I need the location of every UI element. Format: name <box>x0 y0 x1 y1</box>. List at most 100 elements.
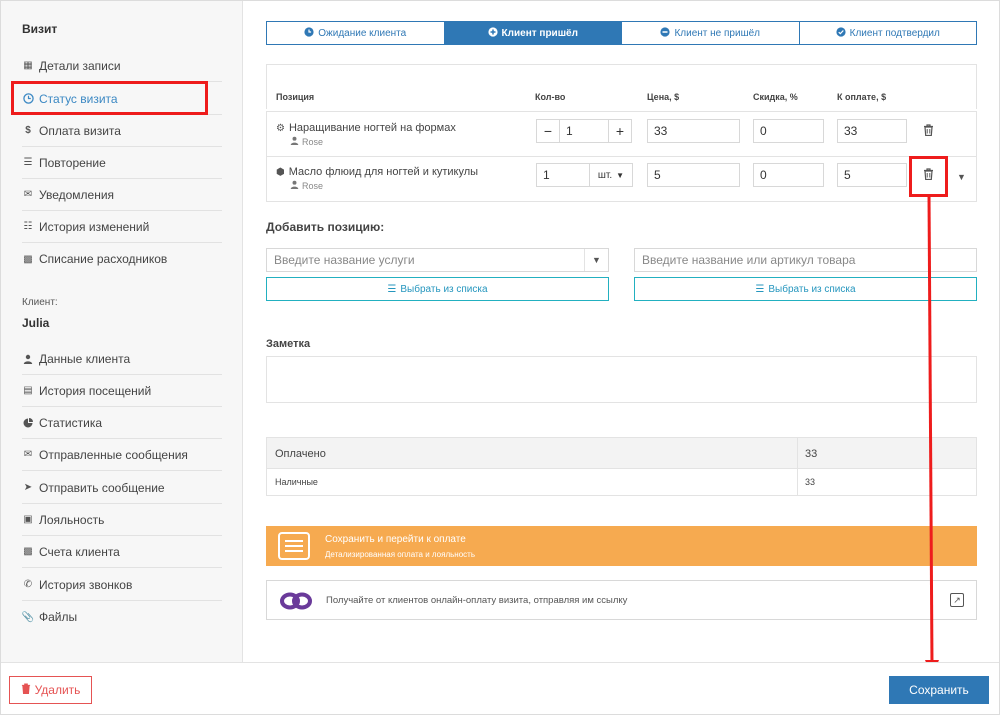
sidebar-item-label: История изменений <box>39 219 150 234</box>
tab-client-no-show[interactable]: Клиент не пришёл <box>622 22 800 44</box>
add-position-title: Добавить позицию: <box>266 220 385 234</box>
discount-input[interactable]: 0 <box>753 119 824 143</box>
cubes-icon: ▩ <box>23 253 33 265</box>
tab-client-confirmed[interactable]: Клиент подтвердил <box>799 22 976 44</box>
sidebar-item-visit-history[interactable]: ▤ История посещений <box>22 375 222 407</box>
item-staff-text: Rose <box>302 136 324 147</box>
unit-select[interactable]: шт. ▼ <box>589 163 633 187</box>
item-staff: Rose <box>290 180 323 191</box>
calendar-icon: ▦ <box>23 60 33 71</box>
sidebar-item-notifications[interactable]: ✉ Уведомления <box>22 179 222 211</box>
sidebar-item-label: Детали записи <box>39 58 121 73</box>
sidebar-item-client-data[interactable]: Данные клиента <box>22 343 222 375</box>
cash-value: 33 <box>805 477 816 487</box>
item-staff-text: Rose <box>302 180 324 191</box>
trash-icon[interactable] <box>923 168 934 183</box>
items-table-header: Позиция Кол-во Цена, $ Скидка, % К оплат… <box>266 65 977 109</box>
chat-icon: ✉ <box>23 189 33 200</box>
header-discount: Скидка, % <box>753 92 798 102</box>
sidebar-item-label: Повторение <box>39 155 106 170</box>
sidebar-item-visit-status[interactable]: Статус визита <box>22 83 222 115</box>
price-input[interactable]: 5 <box>647 163 740 187</box>
sidebar-item-label: История посещений <box>39 383 152 398</box>
sidebar-item-appointment-details[interactable]: ▦ Детали записи <box>22 50 222 82</box>
product-search-input[interactable]: Введите название или артикул товара <box>634 248 977 272</box>
send-icon: ➤ <box>23 482 33 493</box>
sidebar-item-label: Уведомления <box>39 187 115 202</box>
header-position: Позиция <box>276 92 315 102</box>
save-and-pay-title: Сохранить и перейти к оплате <box>325 534 466 545</box>
product-search-placeholder: Введите название или артикул товара <box>642 253 856 267</box>
list-icon: ☰ <box>755 283 765 295</box>
receipt-list-icon <box>278 532 310 560</box>
delete-button-label: Удалить <box>34 683 81 697</box>
sidebar-item-files[interactable]: 📎 Файлы <box>22 601 222 633</box>
online-payment-text: Получайте от клиентов онлайн-оплату визи… <box>326 595 628 606</box>
history-icon: ▤ <box>23 385 33 396</box>
delete-button[interactable]: Удалить <box>9 676 92 704</box>
note-textarea[interactable] <box>266 356 977 403</box>
dollar-icon: $ <box>25 125 31 136</box>
sidebar-item-change-history[interactable]: ☷ История изменений <box>22 211 222 243</box>
user-icon <box>22 353 34 365</box>
sidebar-item-call-history[interactable]: ✆ История звонков <box>22 569 222 601</box>
sidebar-item-consumables[interactable]: ▩ Списание расходников <box>22 243 222 275</box>
chevron-down-icon[interactable]: ▼ <box>957 172 966 182</box>
tab-label: Клиент не пришёл <box>674 27 761 39</box>
sidebar-item-statistics[interactable]: Статистика <box>22 407 222 439</box>
table-row: Оплачено 33 <box>267 438 976 469</box>
envelope-icon: ✉ <box>23 449 33 460</box>
discount-input[interactable]: 0 <box>753 163 824 187</box>
box-icon: ⬢ <box>276 166 285 178</box>
choose-service-from-list-button[interactable]: ☰ Выбрать из списка <box>266 277 609 301</box>
online-payment-link-bar[interactable]: Получайте от клиентов онлайн-оплату визи… <box>266 580 977 620</box>
footer-bar <box>1 662 999 714</box>
sidebar-item-label: Отправленные сообщения <box>39 447 188 462</box>
price-input[interactable]: 33 <box>647 119 740 143</box>
sidebar-item-label: История звонков <box>39 577 133 592</box>
item-staff: Rose <box>290 136 323 147</box>
card-icon: ▣ <box>23 514 33 525</box>
list-icon: ☰ <box>387 283 397 295</box>
sidebar-item-label: Счета клиента <box>39 544 120 559</box>
tab-client-arrived[interactable]: Клиент пришёл <box>444 22 622 44</box>
tab-waiting-client[interactable]: Ожидание клиента <box>267 22 445 44</box>
gear-icon: ⚙ <box>276 122 285 134</box>
choose-product-from-list-button[interactable]: ☰ Выбрать из списка <box>634 277 977 301</box>
sidebar-item-visit-payment[interactable]: $ Оплата визита <box>22 115 222 147</box>
clock-icon <box>304 26 314 40</box>
sidebar-item-sent-messages[interactable]: ✉ Отправленные сообщения <box>22 439 222 471</box>
trash-icon[interactable] <box>923 124 934 139</box>
qty-minus-button[interactable]: − <box>536 119 560 143</box>
sidebar: Визит ▦ Детали записи Статус визита $ Оп… <box>1 1 243 662</box>
header-to-pay: К оплате, $ <box>837 92 887 102</box>
to-pay-input[interactable]: 5 <box>837 163 907 187</box>
service-search-input[interactable]: Введите название услуги ▼ <box>266 248 609 272</box>
qty-input[interactable]: 1 <box>559 119 609 143</box>
header-price: Цена, $ <box>647 92 680 102</box>
client-caption: Клиент: <box>22 297 58 308</box>
sidebar-item-send-message[interactable]: ➤ Отправить сообщение <box>22 472 222 504</box>
save-button[interactable]: Сохранить <box>889 676 989 704</box>
external-link-icon[interactable]: ↗ <box>950 593 964 607</box>
save-and-pay-subtitle: Детализированная оплата и лояльность <box>325 550 475 559</box>
user-icon <box>290 136 299 147</box>
sidebar-item-loyalty[interactable]: ▣ Лояльность <box>22 504 222 536</box>
sidebar-item-client-accounts[interactable]: ▩ Счета клиента <box>22 536 222 568</box>
sidebar-item-label: Файлы <box>39 610 78 624</box>
qty-input[interactable]: 1 <box>536 163 590 187</box>
clock-icon <box>22 93 34 105</box>
sidebar-visit-title: Визит <box>22 22 58 36</box>
tab-label: Клиент пришёл <box>501 27 578 39</box>
payment-summary-table: Оплачено 33 Наличные 33 <box>266 437 977 496</box>
chevron-down-icon[interactable]: ▼ <box>584 249 608 271</box>
sidebar-item-label: Статистика <box>39 415 103 430</box>
sidebar-item-label: Лояльность <box>39 512 105 527</box>
sidebar-item-repeat[interactable]: ☰ Повторение <box>22 147 222 179</box>
paperclip-icon: 📎 <box>21 611 35 623</box>
save-and-pay-button[interactable]: Сохранить и перейти к оплате Детализиров… <box>266 526 977 566</box>
to-pay-input[interactable]: 33 <box>837 119 907 143</box>
qty-plus-button[interactable]: + <box>608 119 632 143</box>
unit-select-value: шт. <box>597 169 613 181</box>
paid-label: Оплачено <box>275 448 326 460</box>
